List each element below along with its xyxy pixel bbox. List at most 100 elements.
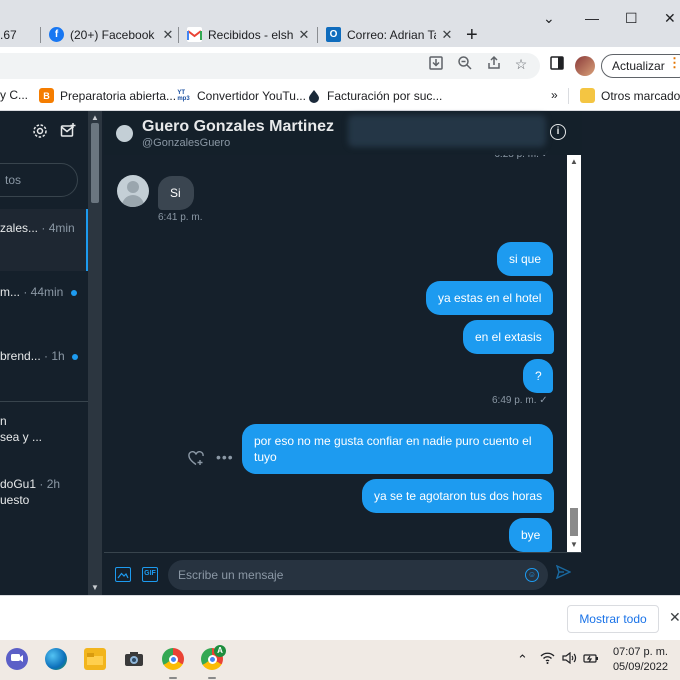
tab-title: (20+) Facebook (70, 27, 155, 42)
tab-partial[interactable]: .67 (0, 22, 38, 47)
scroll-down-arrow[interactable]: ▼ (91, 583, 99, 592)
show-hidden-icons-chevron[interactable]: ⌃ (517, 652, 528, 668)
media-image-icon[interactable] (115, 567, 131, 582)
bookmark-star-icon[interactable]: ☆ (512, 55, 530, 73)
conversation-item[interactable]: brend... · 1h (0, 349, 88, 399)
conversation-item[interactable]: zales... · 4min (0, 209, 88, 271)
new-message-icon[interactable] (59, 123, 77, 141)
edge-browser-icon[interactable] (45, 648, 67, 670)
bookmark-label: y C... (0, 88, 29, 102)
incoming-message-bubble[interactable]: Si (158, 176, 194, 210)
more-options-icon[interactable]: ••• (216, 449, 234, 465)
react-heart-icon[interactable] (188, 451, 204, 469)
outgoing-message-bubble[interactable]: ? (523, 359, 553, 393)
settings-gear-icon[interactable] (31, 123, 49, 141)
tab-title: Correo: Adrian Ta (347, 27, 436, 42)
browser-tab-bar: .67 f (20+) Facebook ✕ Recibidos - elsha… (0, 0, 680, 47)
drop-icon (306, 88, 321, 103)
message-input[interactable]: Escribe un mensaje (168, 560, 548, 590)
bookmark-item[interactable]: y C... (0, 88, 28, 102)
scrollbar-thumb[interactable] (570, 508, 578, 536)
camera-icon[interactable] (123, 648, 145, 670)
outlook-icon: O (326, 27, 341, 42)
close-tab-icon[interactable]: ✕ (440, 27, 454, 43)
conversation-name: brend... (0, 349, 41, 363)
outgoing-message-bubble[interactable]: en el extasis (463, 320, 554, 354)
outgoing-message-bubble[interactable]: ya se te agotaron tus dos horas (362, 479, 555, 513)
volume-icon[interactable] (562, 651, 577, 667)
scroll-up-arrow[interactable]: ▲ (91, 113, 99, 122)
conversation-scrollbar[interactable]: ▲ ▼ (567, 155, 581, 552)
share-icon[interactable] (485, 55, 503, 73)
emoji-icon[interactable]: ☺ (525, 568, 539, 582)
bookmark-label: Facturación por suc... (327, 88, 443, 103)
scroll-down-arrow[interactable]: ▼ (570, 540, 578, 549)
tab-search-icon[interactable]: ⌄ (543, 10, 555, 27)
tab-outlook[interactable]: O Correo: Adrian Ta ✕ (326, 22, 454, 47)
bookmark-item[interactable]: YT mp3 Convertidor YouTu... (176, 88, 306, 103)
close-window-button[interactable]: ✕ (664, 10, 676, 27)
downloads-bar: Mostrar todo ✕ (0, 595, 680, 640)
tab-facebook[interactable]: f (20+) Facebook ✕ (49, 22, 175, 47)
blurred-region (348, 115, 546, 147)
minimize-button[interactable]: — (585, 10, 599, 26)
outgoing-message-bubble[interactable]: si que (497, 242, 554, 276)
install-app-icon[interactable] (427, 55, 445, 73)
unread-dot (72, 353, 79, 360)
side-panel-icon[interactable] (548, 55, 566, 73)
close-downloads-bar-icon[interactable]: ✕ (669, 609, 680, 626)
bookmark-item[interactable]: B Preparatoria abierta... (39, 88, 176, 103)
outgoing-message-bubble[interactable]: por eso no me gusta confiar en nadie pur… (242, 424, 553, 474)
conversation-item[interactable]: doGu1 · 2h uesto (0, 477, 88, 517)
show-all-downloads-button[interactable]: Mostrar todo (567, 605, 659, 633)
bookmarks-overflow-button[interactable]: » (551, 88, 558, 102)
contact-avatar[interactable] (116, 125, 133, 142)
bookmark-item[interactable]: Facturación por suc... (306, 88, 442, 103)
taskbar-clock-time[interactable]: 07:07 p. m. (612, 646, 668, 658)
scroll-up-arrow[interactable]: ▲ (570, 157, 578, 166)
conversation-item[interactable]: m... · 44min (0, 285, 88, 345)
contact-avatar[interactable] (117, 175, 149, 207)
profile-avatar[interactable] (575, 56, 595, 76)
more-menu-icon[interactable]: ⋮ (668, 55, 680, 71)
page-background-panel (582, 111, 680, 595)
close-tab-icon[interactable]: ✕ (297, 27, 311, 43)
wifi-icon[interactable] (540, 652, 555, 667)
folder-icon (580, 88, 595, 103)
message-timestamp: 6:49 p. m. ✓ (492, 395, 548, 406)
outgoing-message-bubble[interactable]: bye (509, 518, 553, 552)
zoom-icon[interactable] (456, 55, 474, 73)
active-app-indicator (169, 677, 177, 679)
maximize-button[interactable]: ☐ (625, 10, 638, 27)
send-icon[interactable] (555, 564, 572, 582)
gif-icon[interactable]: GIF (142, 567, 158, 582)
contact-name[interactable]: Guero Gonzales Martinez (142, 118, 334, 136)
new-tab-button[interactable]: + (466, 24, 478, 47)
chrome-icon[interactable] (162, 648, 184, 670)
profile-badge: A (214, 645, 226, 657)
other-bookmarks-folder[interactable]: Otros marcadores (580, 88, 680, 103)
conversation-header: Guero Gonzales Martinez @GonzalesGuero i (104, 111, 582, 155)
outgoing-message-bubble[interactable]: ya estas en el hotel (426, 281, 554, 315)
teams-chat-icon[interactable] (6, 648, 28, 670)
conversation-panel: Guero Gonzales Martinez @GonzalesGuero i… (104, 111, 582, 595)
bookmark-label: Convertidor YouTu... (197, 88, 306, 103)
conversation-info-icon[interactable]: i (550, 124, 566, 140)
tab-title: Recibidos - elshal (208, 27, 293, 42)
search-direct-messages-input[interactable]: tos (0, 163, 78, 197)
facebook-icon: f (49, 27, 64, 42)
conversation-item[interactable]: n sea y ... (0, 414, 88, 454)
blogger-icon: B (39, 88, 54, 103)
bookmark-label: Preparatoria abierta... (60, 88, 177, 103)
conversation-name: doGu1 (0, 477, 37, 491)
file-explorer-icon[interactable] (84, 648, 106, 670)
scrollbar-thumb[interactable] (91, 123, 99, 203)
bookmark-label: Otros marcadores (601, 88, 680, 103)
tab-gmail[interactable]: Recibidos - elshal ✕ (187, 22, 311, 47)
message-timestamp: 6:41 p. m. (158, 212, 203, 223)
close-tab-icon[interactable]: ✕ (161, 27, 175, 43)
messages-list-scrollbar[interactable]: ▲ ▼ (88, 111, 102, 595)
page-content: tos zales... · 4min m... · 44min brend..… (0, 111, 680, 595)
battery-charging-icon[interactable] (583, 652, 599, 667)
taskbar-clock-date[interactable]: 05/09/2022 (612, 661, 668, 673)
